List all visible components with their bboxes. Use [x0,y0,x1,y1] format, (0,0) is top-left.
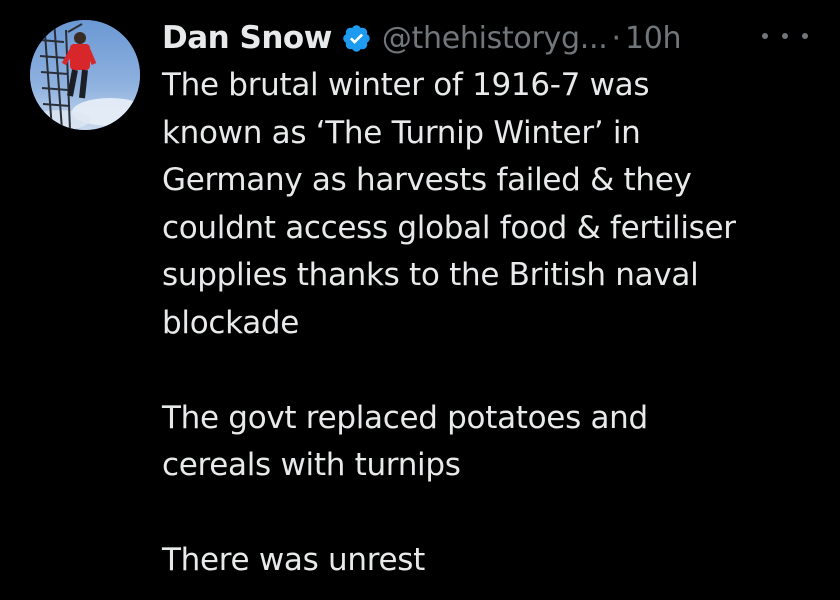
text-line: blockade [162,304,300,341]
tweet-paragraph: The brutal winter of 1916-7 was known as… [162,62,832,347]
verified-badge-icon[interactable] [341,23,372,54]
tweet-header: Dan Snow @thehistoryg... · 10h [162,14,682,62]
text-line: cereals with turnips [162,447,461,483]
tweet-paragraph: The govt replaced potatoes and cereals w… [162,395,832,490]
tweet-paragraph: There was unrest [162,537,832,585]
text-line: The govt replaced potatoes and [162,399,648,436]
text-line: known as ‘The Turnip Winter’ in [162,114,641,151]
author-handle[interactable]: @thehistoryg... [382,21,608,56]
display-name[interactable]: Dan Snow [162,20,332,56]
text-line: couldnt access global food & fertiliser [162,209,736,246]
timestamp[interactable]: 10h [625,21,682,56]
more-dot [782,33,788,39]
more-dot [802,33,808,39]
text-line: supplies thanks to the British naval [162,257,699,293]
text-line: Germany as harvests failed & they [162,162,692,198]
separator-dot: · [611,20,621,56]
tweet-text: The brutal winter of 1916-7 was known as… [162,62,832,585]
profile-photo [30,20,140,130]
more-dot [762,33,768,39]
avatar[interactable] [30,20,140,130]
more-horizontal-icon[interactable] [762,24,808,48]
tweet[interactable]: Dan Snow @thehistoryg... · 10h The bruta… [0,0,840,600]
text-line: There was unrest [162,542,425,578]
text-line: The brutal winter of 1916-7 was [162,67,650,103]
